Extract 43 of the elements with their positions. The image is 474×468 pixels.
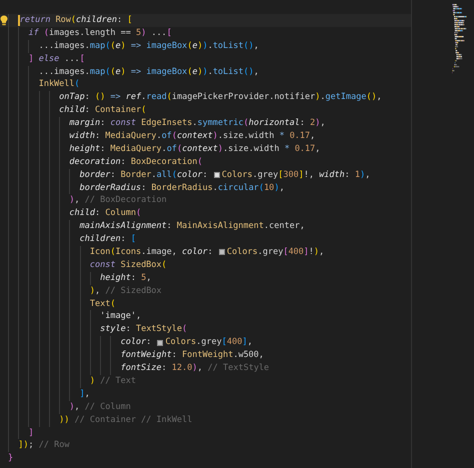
code-text: style: TextStyle(: [100, 323, 188, 336]
code-text: child: Container(: [59, 104, 146, 118]
code-text: width: MediaQuery.of(context).size.width * 0.17,: [69, 130, 316, 143]
code-text: Colors.grey[400],: [165, 336, 252, 350]
code-text: )) // Container // InkWell: [59, 414, 192, 427]
color-swatch-icon[interactable]: [218, 249, 225, 256]
code-text: children: [: [80, 233, 136, 246]
code-text: border: Border.all(color:: [80, 168, 209, 182]
code-text: return Row(children: [: [20, 14, 132, 27]
code-text: margin: const EdgeInsets.symmetric(horizontal: 2),: [69, 117, 326, 130]
color-swatch-icon[interactable]: [157, 340, 164, 346]
code-text: ] else ...[: [28, 52, 85, 66]
code-text: ) // Text: [90, 374, 136, 388]
code-text: decoration: BoxDecoration(: [69, 156, 202, 169]
code-text: Colors.grey[400]!),: [226, 246, 324, 259]
code-text: Colors.grey[300]!, width: 1),: [222, 168, 370, 182]
text-cursor: [18, 14, 20, 26]
code-text: const SizedBox(: [90, 258, 167, 272]
code-text: fontWeight: FontWeight.w500,: [120, 349, 264, 362]
code-text: mainAxisAlignment: MainAxisAlignment.center,: [80, 220, 305, 234]
color-swatch-icon[interactable]: [214, 172, 220, 178]
code-text: height: MediaQuery.of(context).size.width * 0.17,: [69, 142, 320, 156]
code-text: ],: [80, 388, 90, 401]
lightbulb-icon[interactable]: [0, 15, 8, 26]
code-text: color:: [120, 336, 152, 350]
code-text: Text(: [90, 298, 116, 310]
code-text: ), // Column: [69, 400, 131, 414]
code-text: Icon(Icons.image, color:: [90, 246, 214, 259]
code-text: height: 5,: [100, 272, 152, 285]
code-text: 'image',: [100, 310, 142, 324]
code-text: if (images.length == 5) ...[: [28, 26, 172, 40]
code-text: ), // BoxDecoration: [69, 194, 167, 208]
code-text: onTap: () => ref.read(imagePickerProvider.notifier).getImage(),: [59, 91, 382, 104]
code-text: ...images.map((e) => imageBox(e)).toList(),: [38, 40, 259, 53]
code-text: InkWell(: [38, 78, 80, 92]
code-text: child: Column(: [69, 207, 142, 220]
code-text: ), // SizedBox: [90, 284, 162, 298]
code-text: }: [8, 452, 14, 466]
code-text: ]); // Row: [18, 439, 70, 452]
code-text: borderRadius: BorderRadius.circular(10),: [80, 182, 284, 194]
code-text: ...images.map((e) => imageBox(e)).toList(),: [38, 66, 259, 78]
code-text: fontSize: 12.0), // TextStyle: [120, 362, 270, 375]
code-text: ]: [28, 426, 34, 440]
